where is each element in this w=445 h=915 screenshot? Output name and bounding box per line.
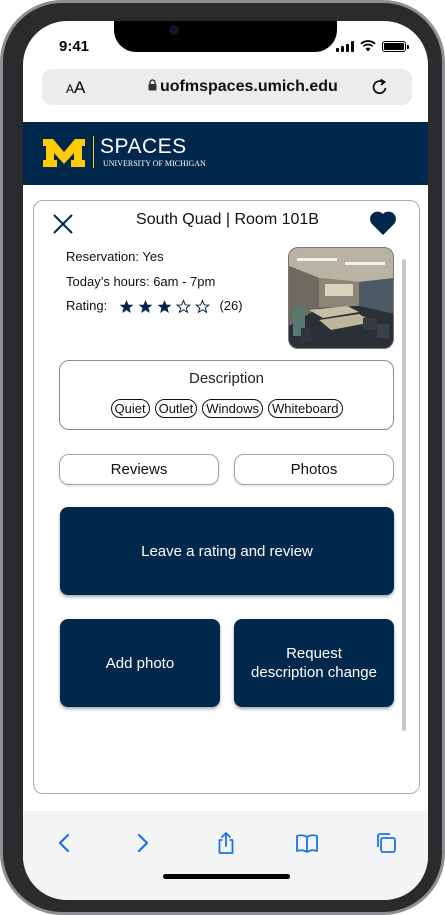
site-header: SPACES UNIVERSITY OF MICHIGAN bbox=[23, 122, 428, 185]
add-photo-button[interactable]: Add photo bbox=[60, 619, 220, 707]
browser-toolbar bbox=[23, 811, 428, 900]
reload-icon[interactable] bbox=[370, 77, 390, 97]
tag-quiet: Quiet bbox=[110, 399, 150, 418]
wifi-icon bbox=[360, 40, 376, 52]
phone-frame: 9:41 AA uofmspaces.umich.edu SPACES UNIV… bbox=[0, 0, 445, 915]
request-description-change-button[interactable]: Request description change bbox=[234, 619, 394, 707]
reservation-info: Reservation: Yes bbox=[66, 249, 164, 264]
rating-stars bbox=[119, 299, 210, 314]
star-filled-icon bbox=[138, 300, 153, 313]
photos-button[interactable]: Photos bbox=[234, 454, 394, 485]
room-detail-card: South Quad | Room 101B Reservation: Yes … bbox=[33, 200, 420, 794]
forward-icon[interactable] bbox=[131, 831, 155, 855]
share-icon[interactable] bbox=[214, 831, 238, 855]
text-size-button[interactable]: AA bbox=[66, 78, 85, 98]
block-m-logo bbox=[43, 139, 85, 167]
reviews-button[interactable]: Reviews bbox=[59, 454, 219, 485]
cellular-signal-icon bbox=[336, 40, 354, 52]
battery-icon bbox=[382, 40, 409, 52]
home-indicator bbox=[163, 874, 290, 879]
hours-info: Today’s hours: 6am - 7pm bbox=[66, 274, 216, 289]
favorite-heart-icon[interactable] bbox=[369, 210, 397, 236]
rating-label: Rating: bbox=[66, 298, 108, 313]
screen: 9:41 AA uofmspaces.umich.edu SPACES UNIV… bbox=[23, 21, 428, 900]
back-icon[interactable] bbox=[52, 831, 76, 855]
address-bar[interactable]: AA uofmspaces.umich.edu bbox=[42, 69, 412, 105]
description-tags: Quiet Outlet Windows Whiteboard bbox=[60, 399, 393, 418]
star-filled-icon bbox=[157, 300, 172, 313]
request-change-line1: Request bbox=[286, 645, 342, 662]
rating-count: (26) bbox=[219, 298, 243, 313]
brand-divider bbox=[93, 136, 94, 168]
bookmarks-icon[interactable] bbox=[295, 831, 319, 855]
tabs-icon[interactable] bbox=[374, 831, 398, 855]
rating-row: Rating: (26) bbox=[66, 298, 243, 314]
star-empty-icon bbox=[194, 299, 210, 314]
scrollbar[interactable] bbox=[402, 259, 406, 731]
status-time: 9:41 bbox=[59, 38, 90, 55]
star-empty-icon bbox=[175, 299, 191, 314]
tag-windows: Windows bbox=[202, 399, 264, 418]
notch bbox=[114, 21, 337, 52]
description-box: Description Quiet Outlet Windows Whitebo… bbox=[59, 360, 394, 430]
description-title: Description bbox=[188, 370, 265, 387]
url-text[interactable]: uofmspaces.umich.edu bbox=[160, 78, 338, 96]
room-title: South Quad | Room 101B bbox=[136, 211, 319, 228]
room-photo[interactable] bbox=[288, 247, 394, 349]
star-filled-icon bbox=[119, 300, 134, 313]
status-icons bbox=[336, 40, 409, 52]
camera bbox=[169, 25, 179, 35]
request-change-line2: description change bbox=[251, 664, 377, 681]
leave-review-button[interactable]: Leave a rating and review bbox=[60, 507, 394, 595]
brand-title: SPACES bbox=[100, 135, 187, 158]
tag-whiteboard: Whiteboard bbox=[268, 399, 343, 418]
tag-outlet: Outlet bbox=[154, 399, 198, 418]
brand-subtitle: UNIVERSITY OF MICHIGAN bbox=[103, 159, 206, 168]
lock-icon bbox=[148, 79, 157, 91]
